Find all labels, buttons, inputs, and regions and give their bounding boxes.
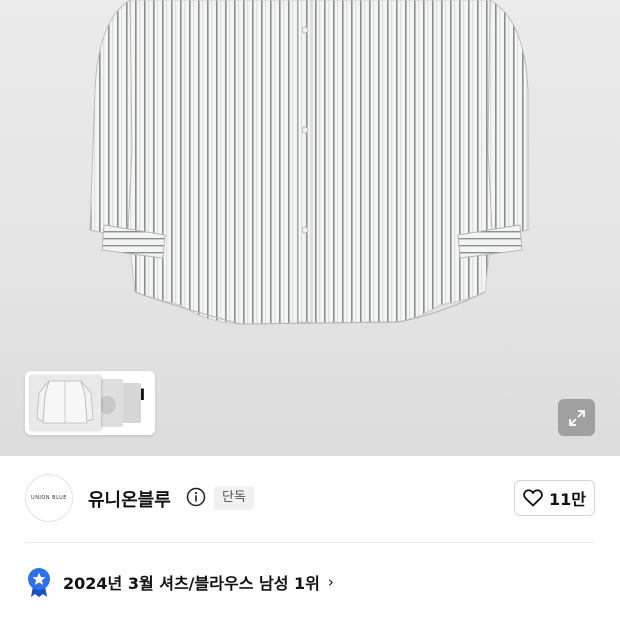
thumbnail-1[interactable] [29,375,101,431]
expand-image-button[interactable] [558,399,595,436]
brand-logo-text: UNION BLUE [31,495,67,501]
thumbnail-shirt-icon [36,380,94,424]
ranking-text[interactable]: 2024년 3월 셔츠/블라우스 남성 1위 [63,570,320,594]
chevron-right-icon[interactable]: › [328,573,334,591]
brand-row: UNION BLUE 유니온블루 단독 11만 [0,456,620,542]
like-button[interactable]: 11만 [514,480,595,516]
brand-name[interactable]: 유니온블루 [88,486,171,512]
section-divider [25,542,595,543]
thumbnail-strip[interactable]: AI › [25,371,155,435]
like-count: 11만 [549,490,586,509]
exclusive-badge: 단독 [214,486,254,510]
brand-logo[interactable]: UNION BLUE [25,474,73,522]
product-hero-image[interactable]: AI › [0,0,620,456]
expand-arrows-icon [568,409,585,426]
heart-outline-icon [523,489,543,507]
medal-star-icon [28,568,50,597]
ranking-link[interactable]: 2024년 3월 셔츠/블라우스 남성 1위 › [25,566,334,598]
info-circle-icon[interactable] [186,487,206,507]
